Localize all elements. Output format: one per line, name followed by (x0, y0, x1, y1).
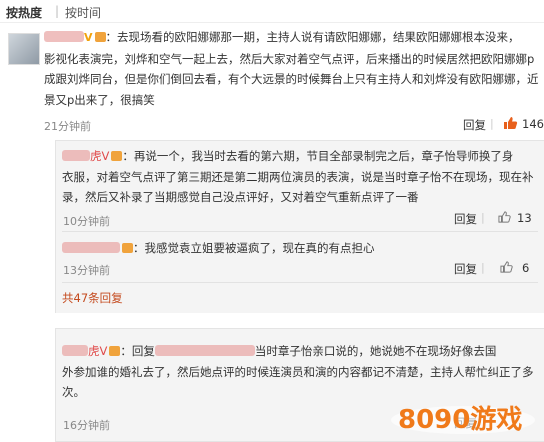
svg-text:8090游戏: 8090游戏 (398, 405, 522, 435)
like-button[interactable] (503, 116, 518, 133)
sort-bar: 按热度 | 按时间 (0, 0, 544, 23)
reply-item: 虎V ：再说一个，我当时去看的第六期，节目全部录制完之后，章子怡导师换了身 衣服，… (62, 146, 542, 208)
reply-item: ：我感觉袁立姐要被逼疯了，现在真的有点担心 (62, 238, 542, 259)
reply-line-2: 衣服，对着空气点评了第三期还是第二期两位演员的表演，说是当时章子怡不在现场，现在… (62, 169, 534, 184)
avatar[interactable] (8, 33, 40, 65)
divider (62, 231, 538, 232)
comment-time: 21分钟前 (44, 120, 91, 133)
reply-item: 虎V ：回复 当时章子怡亲口说的，她说她不在现场好像去国 外参加谁的婚礼去了，然后她… (62, 341, 542, 403)
like-button[interactable] (500, 261, 513, 276)
divider (62, 282, 538, 283)
member-icon (109, 346, 121, 356)
reply-line-1: 虎V ：回复 当时章子怡亲口说的，她说她不在现场好像去国 (62, 341, 542, 362)
reply-time: 13分钟前 (63, 264, 110, 277)
reply-button[interactable]: 回复 (454, 211, 477, 227)
action-separator: | (481, 211, 485, 224)
main-comment: V ：去现场看的欧阳娜娜那一期，主持人说有请欧阳娜娜，结果欧阳娜娜根本没来， 影视… (44, 27, 544, 110)
like-count: 13 (517, 211, 532, 225)
panel-gap (0, 313, 544, 327)
watermark-logo: 8090游戏 (388, 396, 538, 436)
reply-line-1: ：我感觉袁立姐要被逼疯了，现在真的有点担心 (62, 238, 542, 259)
reply-list: 虎V ：再说一个，我当时去看的第六期，节目全部录制完之后，章子怡导师换了身 衣服，… (55, 140, 544, 314)
username-redacted[interactable] (62, 242, 120, 253)
like-count: 146 (522, 117, 544, 131)
reply-button[interactable]: 回复 (454, 261, 477, 277)
sort-separator: | (55, 4, 60, 18)
username-redacted[interactable] (44, 31, 84, 42)
member-icon (111, 151, 123, 161)
verified-badge: V (84, 31, 93, 44)
mention-redacted[interactable] (154, 345, 255, 356)
reply-line-2: 外参加谁的婚礼去了，然后她点评的时候连演员和演的内容都记不清楚，主持人帮忙纠正了… (62, 364, 534, 379)
username-redacted[interactable] (62, 150, 90, 161)
reply-line-1: 虎V ：再说一个，我当时去看的第六期，节目全部录制完之后，章子怡导师换了身 (62, 146, 542, 167)
comment-line-4: 景又p出来了，很搞笑 (44, 92, 155, 107)
reply-time: 16分钟前 (63, 419, 110, 432)
watermark-icon: 8090游戏 (391, 405, 535, 435)
more-replies-link[interactable]: 共47条回复 (62, 290, 123, 306)
sort-by-hot[interactable]: 按热度 (6, 4, 42, 21)
member-icon (94, 32, 106, 42)
reply-time: 10分钟前 (63, 215, 110, 228)
sort-by-time[interactable]: 按时间 (65, 4, 101, 21)
member-icon (122, 243, 133, 253)
thumbs-up-icon (500, 261, 513, 273)
like-button[interactable] (498, 211, 511, 226)
comment-line-1: V ：去现场看的欧阳娜娜那一期，主持人说有请欧阳娜娜，结果欧阳娜娜根本没来， (44, 27, 544, 49)
username-redacted[interactable] (62, 345, 88, 356)
reply-button[interactable]: 回复 (463, 117, 486, 133)
comment-line-2: 影视化表演完，刘烨和空气一起上去，然后大家对着空气点评，后来播出的时候居然把欧阳… (44, 51, 535, 66)
comment-line-3: 成跟刘烨同台，但是你们倒回去看，有个大远景的时候舞台上只有主持人和刘烨没有欧阳娜… (44, 72, 539, 86)
action-separator: | (490, 117, 494, 130)
reply-line-3: 录，然后又补录了当期感觉自己没点评好，又对着空气重新点评了一番 (62, 190, 419, 204)
thumbs-up-icon (504, 117, 518, 129)
like-count: 6 (522, 261, 530, 275)
action-separator: | (481, 261, 485, 274)
thumbs-up-icon (498, 211, 511, 223)
